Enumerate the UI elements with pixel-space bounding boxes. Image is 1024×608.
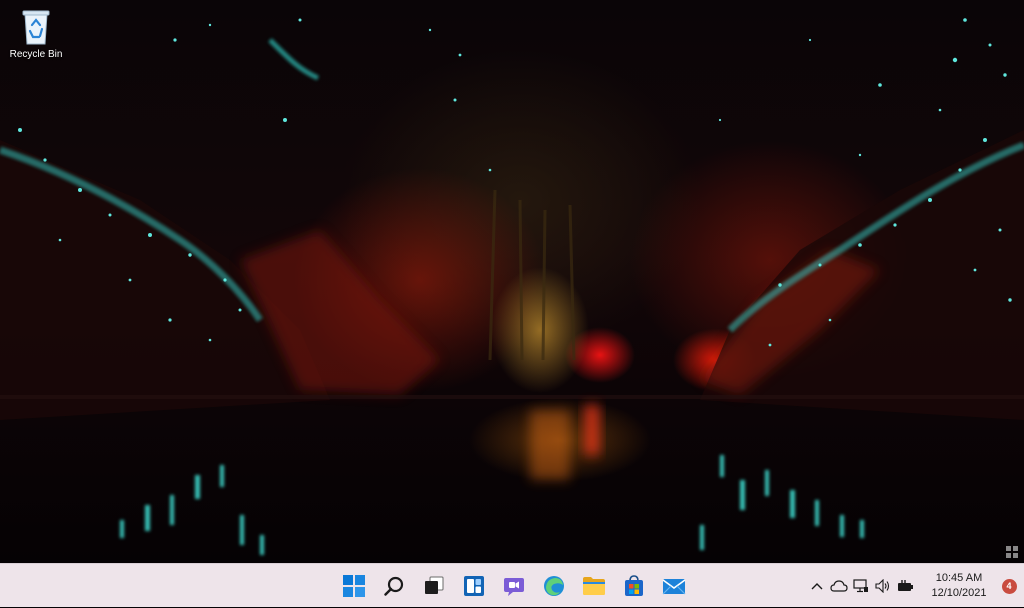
recycle-bin-icon xyxy=(22,10,50,45)
volume-tray-button[interactable] xyxy=(872,571,894,601)
widgets-icon xyxy=(464,576,484,596)
wallpaper-art xyxy=(0,18,1024,555)
battery-icon xyxy=(898,580,913,591)
network-tray-button[interactable] xyxy=(850,571,872,601)
onedrive-icon xyxy=(830,580,848,592)
store-icon xyxy=(625,575,643,596)
taskbar-pinned-apps xyxy=(334,564,694,608)
widgets-button[interactable] xyxy=(454,566,494,606)
show-hidden-icons-button[interactable] xyxy=(806,571,828,601)
store-button[interactable] xyxy=(614,566,654,606)
chat-button[interactable] xyxy=(494,566,534,606)
notification-badge: 4 xyxy=(1001,578,1017,594)
search-button[interactable] xyxy=(374,566,414,606)
chat-icon xyxy=(504,578,524,596)
folder-icon xyxy=(583,577,605,595)
clock-button[interactable]: 10:45 AM 12/10/2021 xyxy=(924,571,994,601)
mail-icon xyxy=(662,579,686,595)
mail-button[interactable] xyxy=(654,566,694,606)
clock-date: 12/10/2021 xyxy=(931,587,987,599)
windows-logo-icon xyxy=(343,575,365,597)
task-view-icon xyxy=(425,576,444,594)
taskbar: 10:45 AM 12/10/2021 4 xyxy=(0,563,1024,607)
network-icon xyxy=(853,579,868,593)
clock-time: 10:45 AM xyxy=(935,572,983,584)
desktop-icon-recycle-bin[interactable]: Recycle Bin xyxy=(4,6,68,72)
onedrive-tray-button[interactable] xyxy=(828,571,850,601)
system-tray: 10:45 AM 12/10/2021 4 xyxy=(806,564,1024,608)
edge-button[interactable] xyxy=(534,566,574,606)
task-view-button[interactable] xyxy=(414,566,454,606)
notification-center-button[interactable]: 4 xyxy=(994,578,1024,594)
volume-icon xyxy=(875,579,890,593)
edge-icon xyxy=(544,576,564,596)
chevron-up-icon xyxy=(811,583,823,590)
desktop-wallpaper xyxy=(0,0,1024,563)
desktop-icon-label: Recycle Bin xyxy=(9,49,63,60)
search-icon xyxy=(384,576,404,596)
desktop-corner-glyph xyxy=(1006,546,1018,558)
file-explorer-button[interactable] xyxy=(574,566,614,606)
start-button[interactable] xyxy=(334,566,374,606)
battery-tray-button[interactable] xyxy=(894,571,916,601)
